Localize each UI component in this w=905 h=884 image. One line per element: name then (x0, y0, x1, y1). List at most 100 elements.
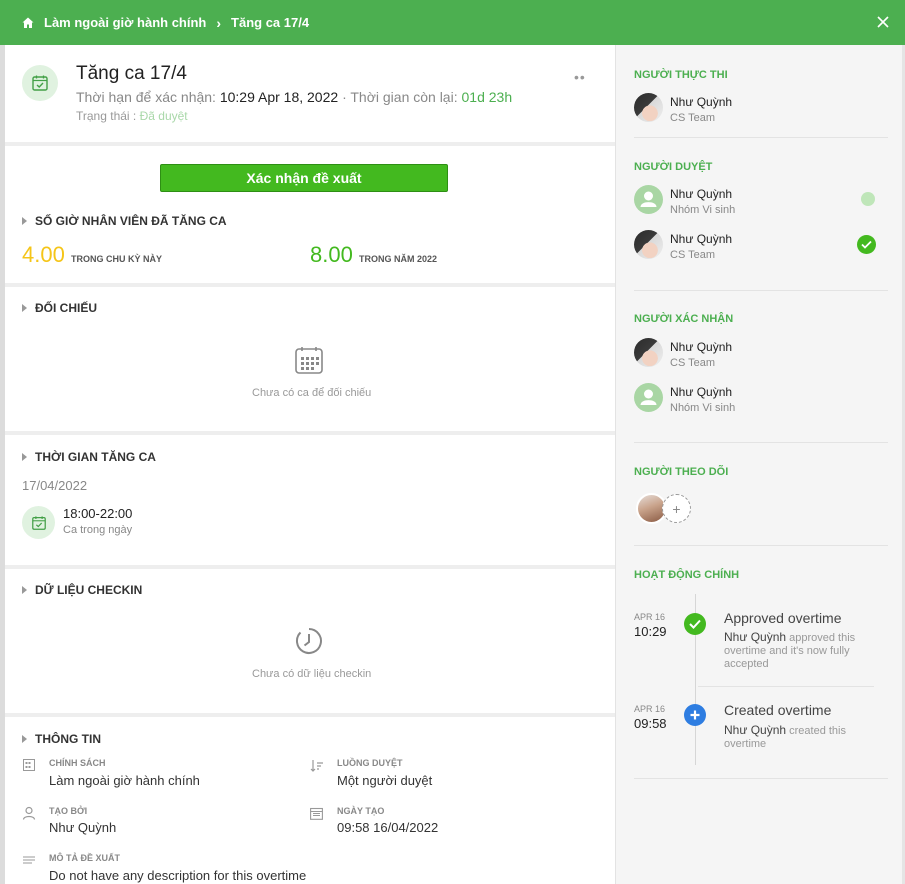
approver-person[interactable]: Như Quỳnh Nhóm Vi sinh (634, 185, 894, 219)
cycle-hours-value: 4.00 (22, 242, 65, 267)
flow-value: Một người duyệt (337, 773, 433, 788)
activity-time: 09:58 (634, 716, 667, 731)
caret-right-icon (22, 735, 27, 743)
description-icon (23, 856, 35, 864)
sidebar-divider (634, 442, 888, 443)
breadcrumb-parent[interactable]: Làm ngoài giờ hành chính (44, 15, 206, 30)
sort-flow-icon (310, 760, 323, 772)
creator-label: TẠO BỞI (49, 806, 88, 816)
confirm-proposal-button[interactable]: Xác nhận đề xuất (160, 164, 448, 192)
confirmer-person[interactable]: Như Quỳnh Nhóm Vi sinh (634, 383, 894, 417)
approved-check-icon (684, 613, 706, 635)
activity-divider (698, 686, 874, 687)
avatar (634, 93, 663, 122)
caret-right-icon (22, 453, 27, 461)
section-overtime-time-title: THỜI GIAN TĂNG CA (35, 450, 156, 464)
person-team: CS Team (670, 357, 716, 369)
activity-description: Như Quỳnh created this overtime (724, 724, 874, 751)
person-name: Như Quỳnh (670, 385, 733, 399)
checkin-empty-text: Chưa có dữ liệu checkin (252, 668, 372, 680)
follower-title: NGƯỜI THEO DÕI (634, 466, 729, 478)
breadcrumb-current: Tăng ca 17/4 (231, 15, 310, 30)
confirmer-person[interactable]: Như Quỳnh CS Team (634, 338, 894, 372)
section-overtime-time[interactable]: THỜI GIAN TĂNG CA (22, 450, 156, 464)
home-icon[interactable] (22, 17, 34, 29)
section-divider (5, 431, 615, 435)
more-options-button[interactable]: •• (574, 69, 586, 85)
activity-month: APR 16 (634, 612, 666, 622)
section-checkin-title: DỮ LIỆU CHECKIN (35, 583, 143, 597)
avatar (634, 338, 663, 367)
section-overtime-hours-title: SỐ GIỜ NHÂN VIÊN ĐÃ TĂNG CA (35, 214, 227, 228)
created-value: 09:58 16/04/2022 (337, 820, 439, 835)
section-divider (5, 142, 615, 146)
caret-right-icon (22, 304, 27, 312)
sidebar-divider (634, 290, 888, 291)
user-placeholder-icon (640, 191, 657, 207)
section-divider (5, 283, 615, 287)
breadcrumb-separator: › (216, 14, 222, 31)
clock-icon (296, 628, 322, 654)
activity-month: APR 16 (634, 704, 666, 714)
sidebar: NGƯỜI THỰC THI Như Quỳnh CS Team NGƯỜI D… (615, 45, 905, 884)
deadline-label: Thời hạn để xác nhận: (76, 89, 216, 105)
avatar (634, 383, 663, 412)
year-hours-value: 8.00 (310, 242, 353, 267)
page-title: Tăng ca 17/4 (76, 63, 187, 84)
cycle-hours-label: TRONG CHU KỲ NÀY (71, 254, 163, 264)
sidebar-divider (634, 545, 888, 546)
calendar-grid-icon (295, 347, 323, 374)
confirmer-title: NGƯỜI XÁC NHẬN (634, 313, 734, 325)
close-icon[interactable] (875, 14, 891, 30)
pending-status-icon (861, 192, 875, 206)
year-hours-label: TRONG NĂM 2022 (359, 254, 438, 264)
shift-time: 18:00-22:00 (63, 506, 133, 521)
section-compare-title: ĐỐI CHIẾU (35, 301, 98, 315)
user-placeholder-icon (640, 389, 657, 405)
plus-icon (684, 704, 706, 726)
description-label: MÔ TẢ ĐỀ XUẤT (49, 853, 120, 863)
section-info[interactable]: THÔNG TIN (22, 732, 101, 746)
description-value: Do not have any description for this ove… (49, 868, 307, 883)
activity-title-text: Approved overtime (724, 610, 842, 626)
executor-person[interactable]: Như Quỳnh CS Team (634, 93, 894, 127)
deadline-value: 10:29 Apr 18, 2022 (219, 89, 339, 105)
approver-person[interactable]: Như Quỳnh CS Team (634, 230, 894, 264)
approved-check-icon (857, 235, 876, 254)
creator-value: Như Quỳnh (49, 820, 117, 835)
activity-actor[interactable]: Như Quỳnh (724, 723, 786, 737)
section-compare[interactable]: ĐỐI CHIẾU (22, 301, 97, 315)
status-label: Trạng thái : (76, 109, 137, 123)
policy-label: CHÍNH SÁCH (49, 758, 106, 768)
person-team: CS Team (670, 249, 716, 261)
deadline-info: Thời hạn để xác nhận: 10:29 Apr 18, 2022… (76, 89, 512, 105)
person-name: Như Quỳnh (670, 232, 733, 246)
policy-value: Làm ngoài giờ hành chính (49, 773, 200, 788)
request-icon (22, 65, 58, 101)
person-team: Nhóm Vi sinh (670, 204, 736, 216)
avatar (634, 230, 663, 259)
section-overtime-hours[interactable]: SỐ GIỜ NHÂN VIÊN ĐÃ TĂNG CA (22, 214, 227, 228)
overtime-date: 17/04/2022 (22, 478, 88, 493)
activity-title-text: Created overtime (724, 702, 832, 718)
section-divider (5, 565, 615, 569)
approver-title: NGƯỜI DUYỆT (634, 161, 713, 173)
person-team: Nhóm Vi sinh (670, 402, 736, 414)
section-divider (5, 713, 615, 717)
top-bar: Làm ngoài giờ hành chính › Tăng ca 17/4 (0, 0, 905, 45)
activity-description: Như Quỳnh approved this overtime and it'… (724, 631, 874, 671)
calendar-check-icon (32, 75, 48, 91)
activity-time: 10:29 (634, 624, 667, 639)
flow-label: LUỒNG DUYỆT (337, 758, 403, 768)
remaining-value: 01d 23h (461, 89, 513, 105)
section-checkin[interactable]: DỮ LIỆU CHECKIN (22, 583, 142, 597)
sidebar-divider (634, 137, 888, 138)
policy-icon (23, 759, 35, 771)
calendar-check-icon (31, 515, 46, 530)
activity-actor[interactable]: Như Quỳnh (724, 630, 786, 644)
person-name: Như Quỳnh (670, 95, 733, 109)
add-follower-button[interactable]: + (662, 494, 691, 523)
caret-right-icon (22, 217, 27, 225)
section-info-title: THÔNG TIN (35, 732, 101, 746)
person-team: CS Team (670, 112, 716, 124)
